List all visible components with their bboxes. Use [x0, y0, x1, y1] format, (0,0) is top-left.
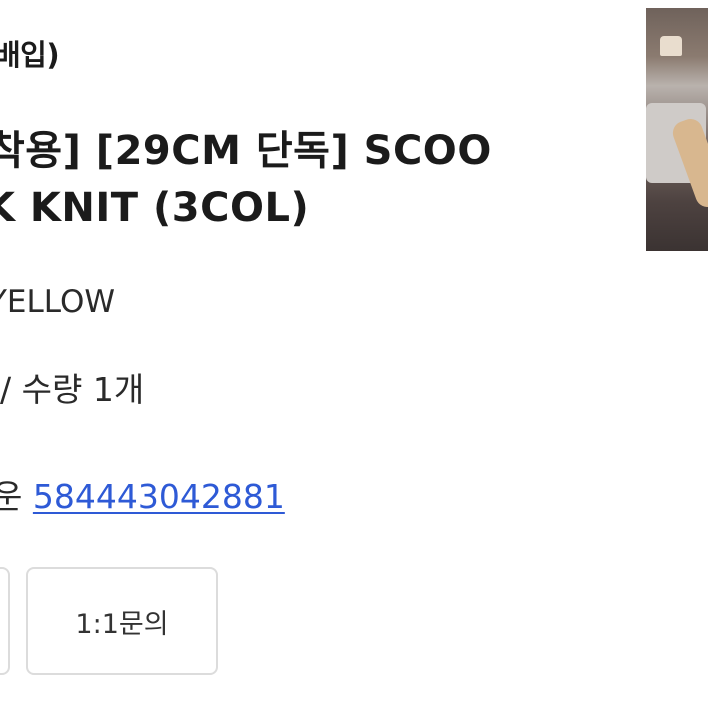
tracking-row: 운 584443042881	[0, 470, 285, 518]
order-action-button[interactable]	[0, 567, 10, 675]
product-quantity: / 수량 1개	[0, 370, 145, 409]
inquiry-button[interactable]: 1:1문의	[26, 567, 218, 675]
product-thumbnail[interactable]	[646, 8, 708, 251]
product-title-line2[interactable]: K KNIT (3COL)	[0, 185, 309, 231]
product-option: YELLOW	[0, 284, 116, 320]
tracking-label: 운	[0, 477, 23, 516]
brand-name: 배입)	[0, 38, 60, 72]
inquiry-button-label: 1:1문의	[75, 608, 169, 640]
lamp-shape	[660, 36, 682, 56]
product-title-line1[interactable]: 착용] [29CM 단독] SCOO	[0, 118, 492, 176]
tracking-number-link[interactable]: 584443042881	[33, 477, 285, 516]
